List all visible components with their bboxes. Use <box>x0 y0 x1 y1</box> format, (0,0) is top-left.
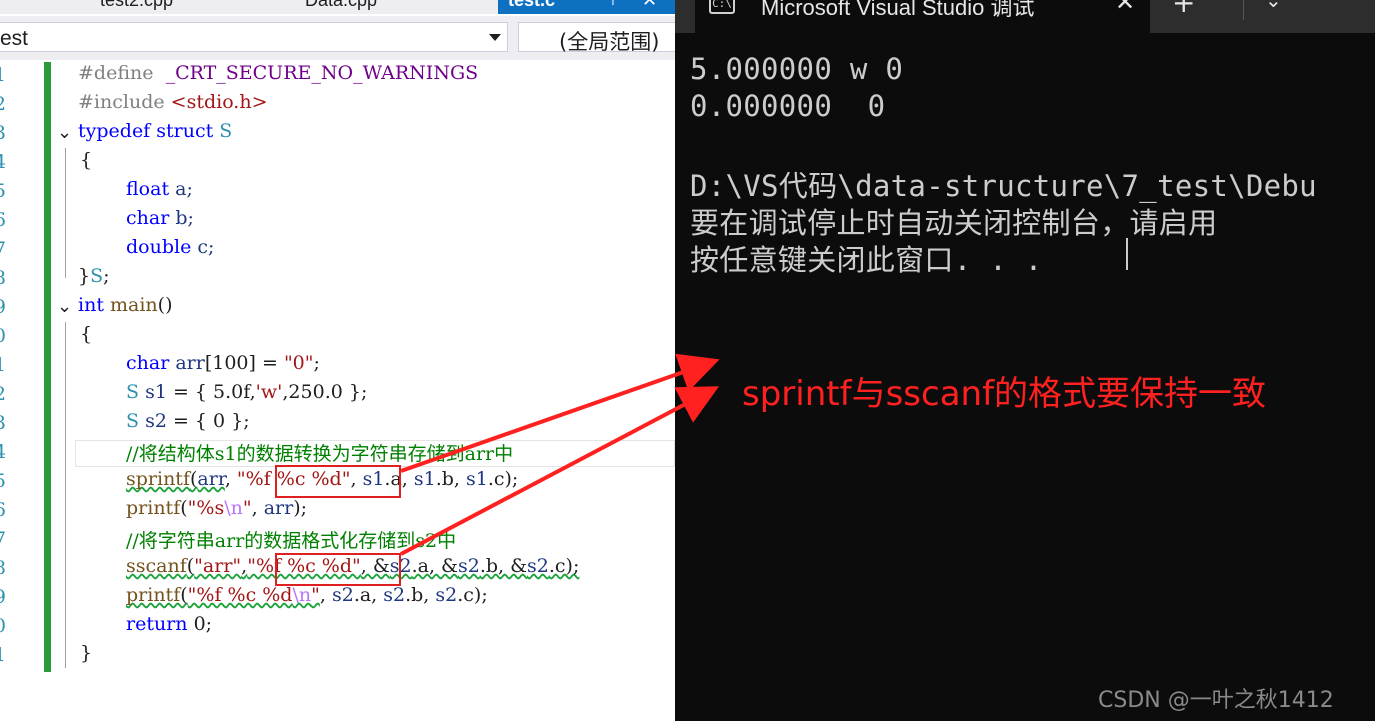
global-scope-dropdown[interactable]: (全局范围) <box>518 22 675 54</box>
line-number: 0 <box>0 323 10 352</box>
line-number: 3 <box>0 410 10 439</box>
fold-main-icon[interactable]: ⌄ <box>57 296 72 317</box>
chevron-down-icon[interactable]: ⌄ <box>1265 0 1282 12</box>
console-output-line: 要在调试停止时自动关闭控制台，请启用 <box>690 206 1218 240</box>
console-output-line: 5.000000 w 0 <box>690 52 904 86</box>
console-output-line: D:\VS代码\data-structure\7_test\Debu <box>690 169 1317 203</box>
code-line-16: printf("%s\n", arr); <box>126 497 308 519</box>
line-number: 8 <box>0 555 10 584</box>
pin-icon[interactable]: ⊤ <box>606 0 620 9</box>
global-scope-value: (全局范围) <box>559 30 660 54</box>
fold-struct-icon[interactable]: ⌄ <box>57 122 72 143</box>
console-title: Microsoft Visual Studio 调试 <box>761 0 1035 20</box>
console-output-line: 0.000000 0 <box>690 89 886 123</box>
code-line-17-comment: //将字符串arr的数据格式化存储到s2中 <box>126 530 457 552</box>
line-number: 5 <box>0 178 10 207</box>
tab-test-c-label: test.c <box>508 0 556 10</box>
code-line-19: printf("%f %c %d\n", s2.a, s2.b, s2.c); <box>126 584 488 606</box>
line-number: 1 <box>0 642 10 671</box>
code-line-11: char arr[100] = "0"; <box>126 352 320 374</box>
line-number: 0 <box>0 613 10 642</box>
line-number: 4 <box>0 439 10 468</box>
code-line-14-comment: //将结构体s1的数据转换为字符串存储到arr中 <box>126 443 514 465</box>
text-cursor <box>1126 238 1128 270</box>
code-line-1: #define _CRT_SECURE_NO_WARNINGS <box>78 62 479 84</box>
tab-test2-cpp[interactable]: test2.cpp <box>100 0 173 14</box>
code-line-13: S s2 = { 0 }; <box>126 410 250 432</box>
line-number: 4 <box>0 149 10 178</box>
line-number: 1 <box>0 62 10 91</box>
struct-scope-guide <box>65 148 66 278</box>
project-scope-dropdown[interactable]: est <box>0 22 508 52</box>
close-icon[interactable]: ✕ <box>1115 0 1135 16</box>
code-editor[interactable]: test2.cpp Data.cpp test.c ⊤ ✕ est (全局范围)… <box>0 0 675 721</box>
change-tracking-bar <box>44 62 51 672</box>
line-number: 6 <box>0 207 10 236</box>
navigation-bar: est (全局范围) <box>0 16 675 60</box>
line-number: 9 <box>0 584 10 613</box>
code-line-7: double c; <box>126 236 215 258</box>
close-tab-icon[interactable]: ✕ <box>642 0 657 11</box>
line-number: 5 <box>0 468 10 497</box>
line-number: 8 <box>0 265 10 294</box>
debug-console-window[interactable]: C:\ Microsoft Visual Studio 调试 ✕ + ⌄ 5.0… <box>675 0 1375 721</box>
editor-tab-strip: test2.cpp Data.cpp test.c ⊤ ✕ <box>0 0 675 14</box>
annotation-note: sprintf与sscanf的格式要保持一致 <box>742 374 1267 414</box>
line-number: 7 <box>0 236 10 265</box>
chevron-down-icon[interactable] <box>489 34 501 41</box>
main-scope-guide <box>65 322 66 668</box>
console-output-line: 按任意键关闭此窗口. . . <box>690 243 1043 277</box>
line-number: 2 <box>0 381 10 410</box>
console-tab[interactable]: C:\ Microsoft Visual Studio 调试 ✕ <box>695 0 1150 33</box>
console-title-bar: C:\ Microsoft Visual Studio 调试 ✕ + ⌄ <box>675 0 1375 33</box>
terminal-icon: C:\ <box>709 0 735 14</box>
code-area[interactable]: 1 2 3 4 5 6 7 8 9 0 1 2 3 4 5 6 7 8 9 0 … <box>0 62 675 682</box>
line-number: 3 <box>0 120 10 149</box>
code-line-5: float a; <box>126 178 193 200</box>
line-number: 7 <box>0 526 10 555</box>
format-highlight-box-sscanf <box>275 553 401 586</box>
code-line-20: return 0; <box>126 613 213 635</box>
line-number: 6 <box>0 497 10 526</box>
watermark: CSDN @一叶之秋1412 <box>1098 688 1334 713</box>
tab-data-cpp[interactable]: Data.cpp <box>305 0 377 14</box>
code-line-2: #include <stdio.h> <box>78 91 268 113</box>
code-line-6: char b; <box>126 207 194 229</box>
format-highlight-box-sprintf <box>275 465 401 498</box>
code-line-21: } <box>80 642 93 664</box>
line-number: 9 <box>0 294 10 323</box>
new-tab-icon[interactable]: + <box>1172 0 1195 19</box>
code-line-8: }S; <box>78 265 110 287</box>
tab-test-c[interactable]: test.c ⊤ ✕ <box>498 0 675 14</box>
code-line-10: { <box>80 323 93 345</box>
project-scope-value: est <box>0 27 29 50</box>
code-line-3: typedef struct S <box>78 120 233 142</box>
title-separator <box>1243 0 1244 20</box>
code-line-4: { <box>80 149 93 171</box>
line-number: 2 <box>0 91 10 120</box>
code-line-12: S s1 = { 5.0f,'w',250.0 }; <box>126 381 368 403</box>
code-line-9: int main() <box>78 294 173 316</box>
line-number: 1 <box>0 352 10 381</box>
